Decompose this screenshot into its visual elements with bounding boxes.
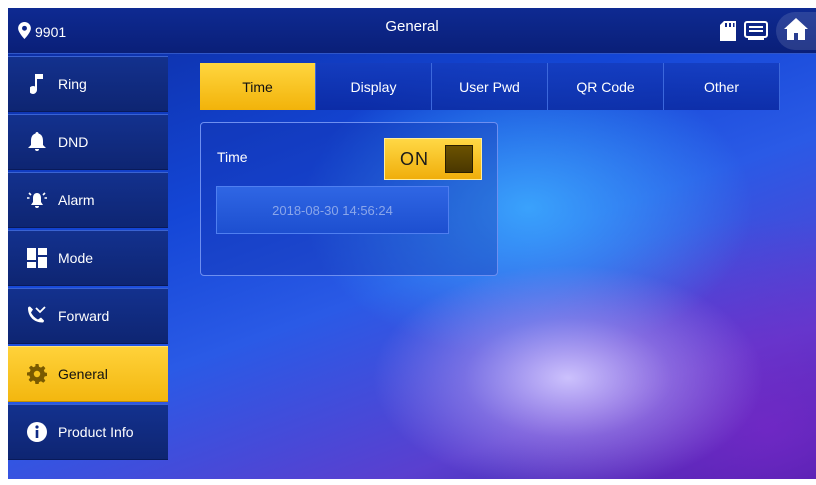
sidebar-item-label: General [58, 366, 108, 382]
time-label: Time [217, 149, 248, 165]
status-icons [720, 12, 816, 50]
info-icon [26, 421, 48, 443]
sidebar-item-product-info[interactable]: Product Info [8, 404, 168, 460]
home-button[interactable] [776, 12, 816, 50]
gear-icon [26, 363, 48, 385]
sidebar-item-dnd[interactable]: DND [8, 114, 168, 170]
sidebar-item-label: Ring [58, 76, 87, 92]
sidebar-item-label: Alarm [58, 192, 95, 208]
home-icon [784, 17, 808, 45]
bell-icon [26, 131, 48, 153]
mode-grid-icon [26, 247, 48, 269]
alarm-icon [26, 189, 48, 211]
sd-card-icon [720, 21, 736, 41]
time-toggle[interactable]: ON [384, 138, 482, 180]
sidebar-item-label: Mode [58, 250, 94, 266]
sidebar: Ring DND Alarm Mode Forward General Prod… [8, 56, 168, 462]
page-title: General [385, 18, 439, 35]
device-screen: 9901 General Ring DND Alarm Mode Forward… [8, 8, 816, 479]
tab-time[interactable]: Time [200, 63, 316, 110]
sidebar-item-label: Forward [58, 308, 110, 324]
time-settings-panel: Time ON 2018-08-30 14:56:24 [200, 122, 498, 276]
sidebar-item-label: DND [58, 134, 89, 150]
message-icon[interactable] [744, 21, 768, 41]
tab-other[interactable]: Other [664, 63, 780, 110]
top-bar: 9901 General [8, 8, 816, 54]
tab-display[interactable]: Display [316, 63, 432, 110]
sidebar-item-mode[interactable]: Mode [8, 230, 168, 286]
toggle-state-text: ON [400, 148, 429, 169]
tab-qr-code[interactable]: QR Code [548, 63, 664, 110]
sidebar-item-forward[interactable]: Forward [8, 288, 168, 344]
sidebar-item-ring[interactable]: Ring [8, 56, 168, 112]
music-note-icon [26, 73, 48, 95]
datetime-field[interactable]: 2018-08-30 14:56:24 [216, 186, 449, 234]
call-forward-icon [26, 305, 48, 327]
sidebar-item-general[interactable]: General [8, 346, 168, 402]
toggle-knob [445, 145, 473, 173]
sidebar-item-alarm[interactable]: Alarm [8, 172, 168, 228]
tab-user-pwd[interactable]: User Pwd [432, 63, 548, 110]
settings-tabs: Time Display User Pwd QR Code Other [200, 63, 780, 110]
sidebar-item-label: Product Info [58, 424, 134, 440]
